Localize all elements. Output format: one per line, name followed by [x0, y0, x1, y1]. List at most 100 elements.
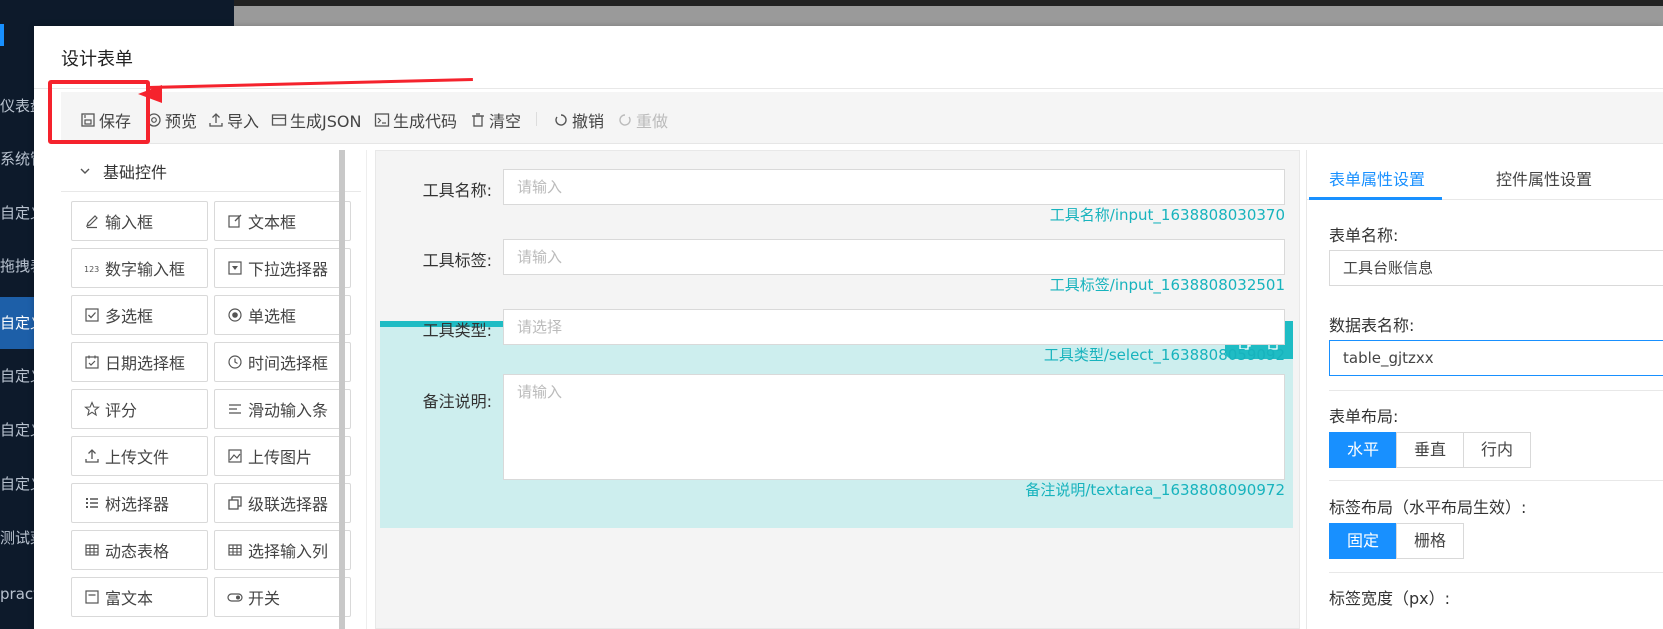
- component-item[interactable]: 日期选择框: [71, 342, 208, 382]
- clear-button[interactable]: 清空: [470, 108, 521, 132]
- number-123-icon: 123: [84, 265, 99, 274]
- field-label: 工具类型:: [422, 321, 492, 340]
- field-remarks[interactable]: 备注说明: 请输入 备注说明/textarea_1638808090972: [380, 374, 1293, 504]
- tool-type-select[interactable]: 请选择: [503, 309, 1285, 345]
- component-item-label: 级联选择器: [248, 495, 329, 514]
- component-item-label: 单选框: [248, 307, 297, 326]
- component-item[interactable]: 上传文件: [71, 436, 208, 476]
- preview-button[interactable]: 预览: [146, 108, 197, 132]
- basic-controls-header[interactable]: 基础控件: [61, 150, 361, 192]
- json-icon: [271, 114, 287, 126]
- background-header-strip: [234, 0, 1663, 6]
- layout-horizontal-option[interactable]: 水平: [1329, 432, 1398, 468]
- section-divider: [1329, 480, 1663, 481]
- tab-control-properties[interactable]: 控件属性设置: [1496, 166, 1592, 190]
- undo-button[interactable]: 撤销: [553, 108, 604, 132]
- upload-icon: [209, 113, 223, 127]
- section-divider: [1329, 390, 1663, 391]
- component-item[interactable]: 123 数字输入框: [71, 248, 208, 288]
- component-item-label: 动态表格: [105, 542, 170, 561]
- component-item-label: 输入框: [105, 213, 154, 232]
- field-caption: 备注说明/textarea_1638808090972: [1025, 481, 1285, 499]
- form-layout-radio-group: 水平 垂直 行内: [1329, 432, 1532, 468]
- undo-label: 撤销: [572, 112, 605, 131]
- component-item[interactable]: 选择输入列: [214, 530, 351, 570]
- component-item[interactable]: 开关: [214, 577, 351, 617]
- redo-label: 重做: [636, 112, 669, 131]
- label-fixed-option[interactable]: 固定: [1329, 523, 1398, 559]
- basic-controls-title: 基础控件: [103, 162, 168, 182]
- component-item-label: 多选框: [105, 307, 154, 326]
- cascader-icon: [228, 496, 242, 510]
- tool-name-input[interactable]: 请输入: [503, 169, 1285, 205]
- component-panel-scrollbar[interactable]: [339, 150, 345, 629]
- component-item[interactable]: 评分: [71, 389, 208, 429]
- component-item[interactable]: 动态表格: [71, 530, 208, 570]
- component-item[interactable]: 树选择器: [71, 483, 208, 523]
- component-item[interactable]: 文本框: [214, 201, 351, 241]
- nav-indicator: [0, 24, 4, 46]
- component-item[interactable]: 级联选择器: [214, 483, 351, 523]
- field-label: 工具名称:: [422, 181, 492, 200]
- annotation-highlight-box: [48, 80, 150, 144]
- table-icon: [228, 544, 242, 556]
- table-name-label: 数据表名称:: [1329, 316, 1415, 335]
- dropdown-icon: [228, 261, 242, 275]
- generate-json-label: 生成JSON: [290, 112, 362, 131]
- remarks-textarea[interactable]: 请输入: [503, 374, 1285, 480]
- component-item-label: 开关: [248, 589, 281, 608]
- component-item[interactable]: 滑动输入条: [214, 389, 351, 429]
- toolbar-separator: [536, 112, 537, 126]
- tab-form-properties[interactable]: 表单属性设置: [1329, 166, 1425, 190]
- field-tool-name[interactable]: 工具名称: 请输入 工具名称/input_1638808030370: [380, 169, 1293, 239]
- generate-code-button[interactable]: 生成代码: [374, 108, 457, 132]
- component-item[interactable]: 时间选择框: [214, 342, 351, 382]
- component-item[interactable]: 多选框: [71, 295, 208, 335]
- dialog-title: 设计表单: [61, 49, 133, 70]
- clock-icon: [228, 355, 242, 369]
- component-item-label: 日期选择框: [105, 354, 186, 373]
- layout-vertical-option[interactable]: 垂直: [1396, 432, 1465, 468]
- table-name-input[interactable]: table_gjtzxx: [1329, 340, 1663, 376]
- component-item[interactable]: 下拉选择器: [214, 248, 351, 288]
- component-item[interactable]: 单选框: [214, 295, 351, 335]
- component-item-label: 上传图片: [248, 448, 313, 467]
- component-item-label: 选择输入列: [248, 542, 329, 561]
- form-name-input[interactable]: 工具台账信息: [1329, 250, 1663, 286]
- component-item[interactable]: 输入框: [71, 201, 208, 241]
- component-item[interactable]: 富文本: [71, 577, 208, 617]
- generate-code-label: 生成代码: [393, 112, 458, 131]
- component-item[interactable]: 上传图片: [214, 436, 351, 476]
- label-grid-option[interactable]: 栅格: [1396, 523, 1465, 559]
- annotation-arrow-head: [138, 85, 162, 103]
- form-canvas: 工具名称: 请输入 工具名称/input_1638808030370 工具标签:…: [375, 150, 1300, 629]
- field-tool-type[interactable]: 工具类型: 请选择 工具类型/select_1638808059092: [380, 309, 1293, 379]
- edit-icon: [86, 215, 98, 229]
- active-tab-indicator: [1309, 197, 1442, 200]
- tree-icon: [86, 498, 98, 508]
- component-item-label: 评分: [105, 401, 138, 420]
- checkbox-icon: [85, 308, 99, 322]
- svg-text:123: 123: [84, 265, 99, 274]
- dialog-divider: [34, 88, 1663, 89]
- richtext-icon: [85, 590, 99, 604]
- tool-tag-input[interactable]: 请输入: [503, 239, 1285, 275]
- redo-button[interactable]: 重做: [617, 108, 668, 132]
- component-item-label: 富文本: [105, 589, 154, 608]
- label-width-label: 标签宽度（px）:: [1329, 589, 1451, 608]
- import-button[interactable]: 导入: [208, 108, 259, 132]
- designer-toolbar: 保存 预览 导入 生成JSON 生成代码 清空 撤销 重做: [61, 92, 1663, 144]
- layout-inline-option[interactable]: 行内: [1463, 432, 1532, 468]
- field-tool-tag[interactable]: 工具标签: 请输入 工具标签/input_1638808032501: [380, 239, 1293, 309]
- properties-tabs: 表单属性设置 控件属性设置: [1307, 150, 1663, 200]
- preview-label: 预览: [165, 112, 198, 131]
- upload-icon: [85, 449, 99, 463]
- field-caption: 工具名称/input_1638808030370: [1049, 206, 1285, 224]
- redo-icon: [619, 114, 631, 126]
- table-icon: [85, 544, 99, 556]
- component-item-label: 上传文件: [105, 448, 170, 467]
- generate-json-button[interactable]: 生成JSON: [271, 108, 361, 132]
- import-label: 导入: [227, 112, 260, 131]
- code-icon: [374, 113, 390, 127]
- section-divider: [1329, 572, 1663, 573]
